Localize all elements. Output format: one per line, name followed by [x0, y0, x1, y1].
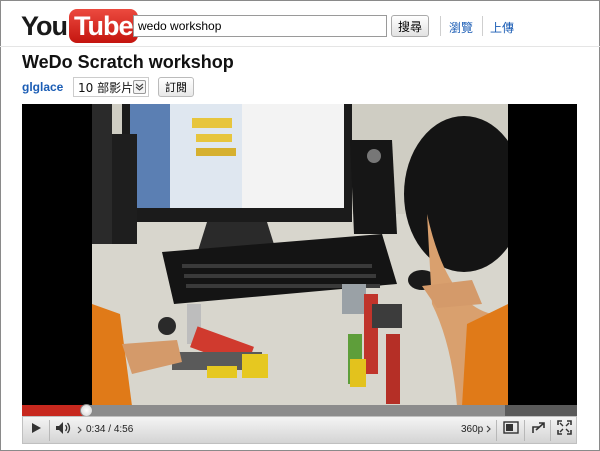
dropdown-chevron-icon[interactable] — [133, 80, 146, 94]
popout-icon — [531, 421, 546, 439]
browse-link[interactable]: 瀏覽 — [449, 19, 473, 36]
theater-mode-button[interactable] — [498, 417, 524, 443]
header-divider — [440, 16, 441, 36]
control-divider — [524, 420, 525, 441]
progress-bar[interactable] — [22, 404, 577, 417]
quality-menu-button[interactable] — [483, 417, 495, 443]
subscribe-button[interactable]: 訂閱 — [158, 77, 194, 97]
fullscreen-button[interactable] — [552, 417, 577, 443]
control-divider — [550, 420, 551, 441]
video-count-dropdown[interactable]: 10 部影片 — [73, 77, 149, 97]
control-divider — [496, 420, 497, 441]
video-count-label: 10 部影片 — [78, 80, 134, 95]
video-title: WeDo Scratch workshop — [22, 52, 234, 72]
channel-link[interactable]: glglace — [22, 80, 63, 94]
logo-tube-text: Tube — [69, 9, 138, 43]
time-display: 0:34 / 4:56 — [86, 424, 133, 435]
control-divider — [49, 420, 50, 441]
volume-button[interactable] — [51, 417, 77, 443]
search-button[interactable]: 搜尋 — [391, 15, 429, 37]
youtube-logo[interactable]: You Tube — [21, 8, 138, 44]
time-separator: / — [105, 424, 114, 435]
player-controls: 0:34 / 4:56 360p — [22, 416, 577, 444]
video-player[interactable] — [22, 104, 577, 406]
play-icon — [30, 421, 42, 439]
current-time: 0:34 — [86, 424, 106, 435]
volume-slider-toggle[interactable] — [75, 417, 83, 443]
logo-you-text: You — [21, 10, 68, 41]
header-rule — [0, 46, 600, 47]
video-frame-image — [92, 104, 508, 406]
theater-mode-icon — [503, 421, 519, 439]
fullscreen-icon — [557, 420, 572, 440]
quality-menu-icon — [486, 421, 492, 439]
header-divider — [482, 16, 483, 36]
play-button[interactable] — [23, 417, 49, 443]
search-input[interactable] — [133, 15, 387, 37]
volume-icon — [55, 421, 73, 440]
progress-loaded — [22, 405, 505, 416]
upload-link[interactable]: 上傳 — [490, 19, 514, 36]
duration: 4:56 — [113, 424, 134, 435]
popout-button[interactable] — [526, 417, 550, 443]
quality-label[interactable]: 360p — [461, 424, 483, 435]
progress-played — [22, 405, 86, 416]
